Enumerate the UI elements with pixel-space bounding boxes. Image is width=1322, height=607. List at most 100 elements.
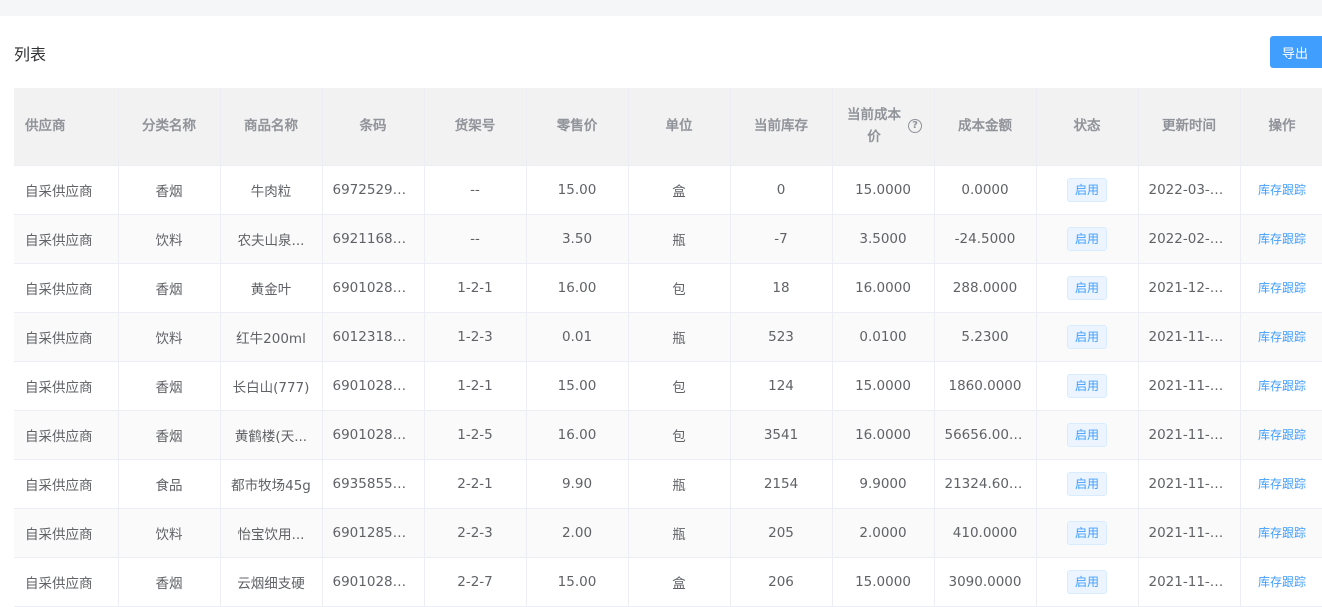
export-button[interactable]: 导出	[1270, 36, 1322, 68]
cell-cost-amount: 410.0000	[934, 508, 1037, 558]
cell-updated: 2022-02-0...	[1138, 214, 1241, 264]
cell-category: 饮料	[118, 508, 221, 558]
cell-stock: 124	[730, 361, 833, 411]
status-badge: 启用	[1066, 177, 1107, 202]
question-circle-icon[interactable]: ?	[908, 119, 922, 134]
cell-cost-amount: 56656.0000	[934, 410, 1037, 460]
table-row: 自采供应商 食品 都市牧场45g 69358557... 2-2-1 9.90 瓶 2154 9…	[14, 459, 1322, 509]
column-header-supplier: 供应商	[14, 88, 119, 166]
cell-shelf: 1-2-3	[424, 312, 527, 362]
stock-tracking-link[interactable]: 库存跟踪	[1258, 330, 1306, 344]
cell-updated: 2022-03-3...	[1138, 165, 1241, 215]
cell-cost-price: 9.9000	[832, 459, 935, 509]
cell-barcode: 69358557...	[322, 459, 425, 509]
cell-product-name: 农夫山泉...	[220, 214, 323, 264]
cell-stock: 2154	[730, 459, 833, 509]
cell-category: 食品	[118, 459, 221, 509]
cell-status: 启用	[1036, 214, 1139, 264]
table-row: 自采供应商 饮料 怡宝饮用... 69012859... 2-2-3 2.00 瓶 205 2.…	[14, 508, 1322, 558]
table-row: 自采供应商 香烟 长白山(777) 69010281... 1-2-1 15.00 包 124…	[14, 361, 1322, 411]
column-header-shelf: 货架号	[424, 88, 527, 166]
cell-supplier: 自采供应商	[14, 165, 119, 215]
cell-status: 启用	[1036, 410, 1139, 460]
cell-stock: 3541	[730, 410, 833, 460]
cell-status: 启用	[1036, 263, 1139, 313]
cell-unit: 盒	[628, 165, 731, 215]
cell-cost-price: 3.5000	[832, 214, 935, 264]
cell-status: 启用	[1036, 165, 1139, 215]
cell-shelf: 2-2-3	[424, 508, 527, 558]
cell-cost-price: 2.0000	[832, 508, 935, 558]
cell-updated: 2021-11-1...	[1138, 459, 1241, 509]
cell-actions: 库存跟踪	[1240, 165, 1322, 215]
stock-tracking-link[interactable]: 库存跟踪	[1258, 575, 1306, 589]
page-title: 列表	[14, 45, 47, 64]
cell-stock: 206	[730, 557, 833, 607]
cell-actions: 库存跟踪	[1240, 557, 1322, 607]
status-badge: 启用	[1066, 422, 1107, 447]
column-header-cost-price-label: 当前成本价	[847, 107, 901, 146]
stock-tracking-link[interactable]: 库存跟踪	[1258, 379, 1306, 393]
column-header-retail-price: 零售价	[526, 88, 629, 166]
cell-cost-amount: 3090.0000	[934, 557, 1037, 607]
cell-supplier: 自采供应商	[14, 459, 119, 509]
cell-cost-price: 15.0000	[832, 361, 935, 411]
stock-tracking-link[interactable]: 库存跟踪	[1258, 428, 1306, 442]
cell-unit: 瓶	[628, 312, 731, 362]
cell-retail-price: 16.00	[526, 410, 629, 460]
cell-category: 香烟	[118, 410, 221, 460]
cell-supplier: 自采供应商	[14, 263, 119, 313]
cell-barcode: 69725291...	[322, 165, 425, 215]
cell-shelf: --	[424, 165, 527, 215]
cell-updated: 2021-11-1...	[1138, 312, 1241, 362]
table-row: 自采供应商 饮料 农夫山泉... 69211685... -- 3.50 瓶 -7 3.5000…	[14, 214, 1322, 264]
cell-shelf: 1-2-1	[424, 263, 527, 313]
table-header-row: 供应商 分类名称 商品名称 条码 货架号 零售价 单位 当前库存 当前成本价 ?…	[14, 88, 1322, 166]
cell-supplier: 自采供应商	[14, 361, 119, 411]
cell-supplier: 自采供应商	[14, 557, 119, 607]
cell-barcode: 69012859...	[322, 508, 425, 558]
status-badge: 启用	[1066, 569, 1107, 594]
cell-retail-price: 3.50	[526, 214, 629, 264]
column-header-actions: 操作	[1240, 88, 1322, 166]
cell-category: 香烟	[118, 263, 221, 313]
inventory-table: 供应商 分类名称 商品名称 条码 货架号 零售价 单位 当前库存 当前成本价 ?…	[14, 88, 1322, 607]
cell-barcode: 69010281...	[322, 263, 425, 313]
cell-supplier: 自采供应商	[14, 312, 119, 362]
cell-retail-price: 15.00	[526, 165, 629, 215]
cell-cost-amount: 1860.0000	[934, 361, 1037, 411]
cell-barcode: 69211685...	[322, 214, 425, 264]
cell-cost-price: 0.0100	[832, 312, 935, 362]
cell-product-name: 怡宝饮用...	[220, 508, 323, 558]
cell-stock: 0	[730, 165, 833, 215]
cell-product-name: 红牛200ml	[220, 312, 323, 362]
column-header-product-name: 商品名称	[220, 88, 323, 166]
table-row: 自采供应商 香烟 黄金叶 69010281... 1-2-1 16.00 包 18 16.000…	[14, 263, 1322, 313]
cell-unit: 包	[628, 263, 731, 313]
cell-actions: 库存跟踪	[1240, 263, 1322, 313]
cell-unit: 包	[628, 361, 731, 411]
cell-status: 启用	[1036, 361, 1139, 411]
table-row: 自采供应商 饮料 红牛200ml 60123185... 1-2-3 0.01 瓶 523 0.…	[14, 312, 1322, 362]
stock-tracking-link[interactable]: 库存跟踪	[1258, 526, 1306, 540]
status-badge: 启用	[1066, 373, 1107, 398]
cell-barcode: 69010281...	[322, 361, 425, 411]
cell-status: 启用	[1036, 312, 1139, 362]
cell-shelf: 2-2-7	[424, 557, 527, 607]
cell-product-name: 都市牧场45g	[220, 459, 323, 509]
cell-actions: 库存跟踪	[1240, 312, 1322, 362]
cell-stock: 205	[730, 508, 833, 558]
cell-unit: 盒	[628, 557, 731, 607]
stock-tracking-link[interactable]: 库存跟踪	[1258, 281, 1306, 295]
cell-updated: 2021-12-1...	[1138, 263, 1241, 313]
cell-updated: 2021-11-1...	[1138, 361, 1241, 411]
cell-category: 香烟	[118, 165, 221, 215]
stock-tracking-link[interactable]: 库存跟踪	[1258, 183, 1306, 197]
cell-status: 启用	[1036, 459, 1139, 509]
cell-shelf: 1-2-5	[424, 410, 527, 460]
cell-unit: 瓶	[628, 508, 731, 558]
stock-tracking-link[interactable]: 库存跟踪	[1258, 477, 1306, 491]
cell-unit: 瓶	[628, 214, 731, 264]
table-row: 自采供应商 香烟 黄鹤楼(天... 69010281... 1-2-5 16.00 包 354…	[14, 410, 1322, 460]
stock-tracking-link[interactable]: 库存跟踪	[1258, 232, 1306, 246]
